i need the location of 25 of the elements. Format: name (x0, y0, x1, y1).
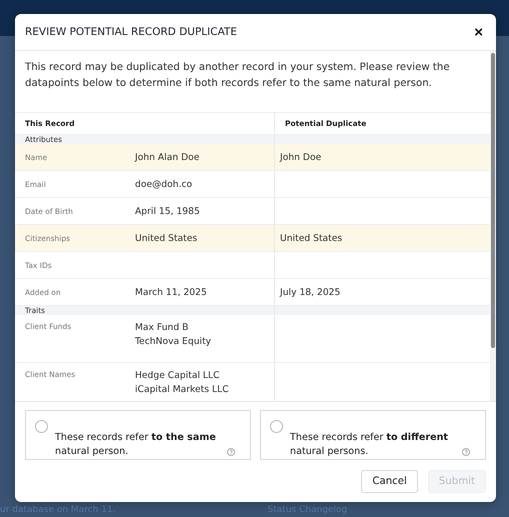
table-cell-text: March 11, 2025 (135, 286, 208, 298)
close-button[interactable]: × (471, 24, 486, 40)
scrollbar[interactable] (490, 51, 496, 401)
radio-button[interactable] (35, 420, 48, 433)
table-cell-text: doe@doh.co (135, 178, 194, 190)
description-text: This record may be duplicated by another record in your system. Please review the datapoints below to determine if both records refer to the same natural person. (24, 61, 451, 91)
table-cell-text: April 15, 1985 (135, 206, 201, 216)
table-cell-text: John Doe (280, 152, 322, 162)
table-cell-text: John Alan Doe (135, 152, 200, 162)
table-cell-text: TechNova Equity (135, 336, 212, 347)
table-cell-text: iCapital Markets LLC (135, 384, 230, 395)
table-cell-text: Max Fund B (135, 322, 190, 333)
cancel-button[interactable]: Cancel (361, 470, 418, 493)
table-cell-text: United States (135, 232, 198, 244)
option-text: These records refer to the same natural person. (55, 431, 217, 459)
help-icon[interactable] (462, 448, 470, 456)
option-text: These records refer to different natural persons. (290, 431, 450, 459)
table-cell-text: United States (280, 232, 344, 244)
radio-option[interactable]: These records refer to the same natural person. (25, 410, 251, 460)
table-cell-text: Hedge Capital LLC (135, 370, 221, 381)
radio-option[interactable]: These records refer to different natural persons. (260, 410, 486, 460)
help-icon[interactable] (227, 448, 235, 456)
dialog-title: REVIEW POTENTIAL RECORD DUPLICATE (25, 26, 237, 38)
radio-button[interactable] (270, 420, 283, 433)
table-cell-text: July 18, 2025 (280, 286, 342, 298)
